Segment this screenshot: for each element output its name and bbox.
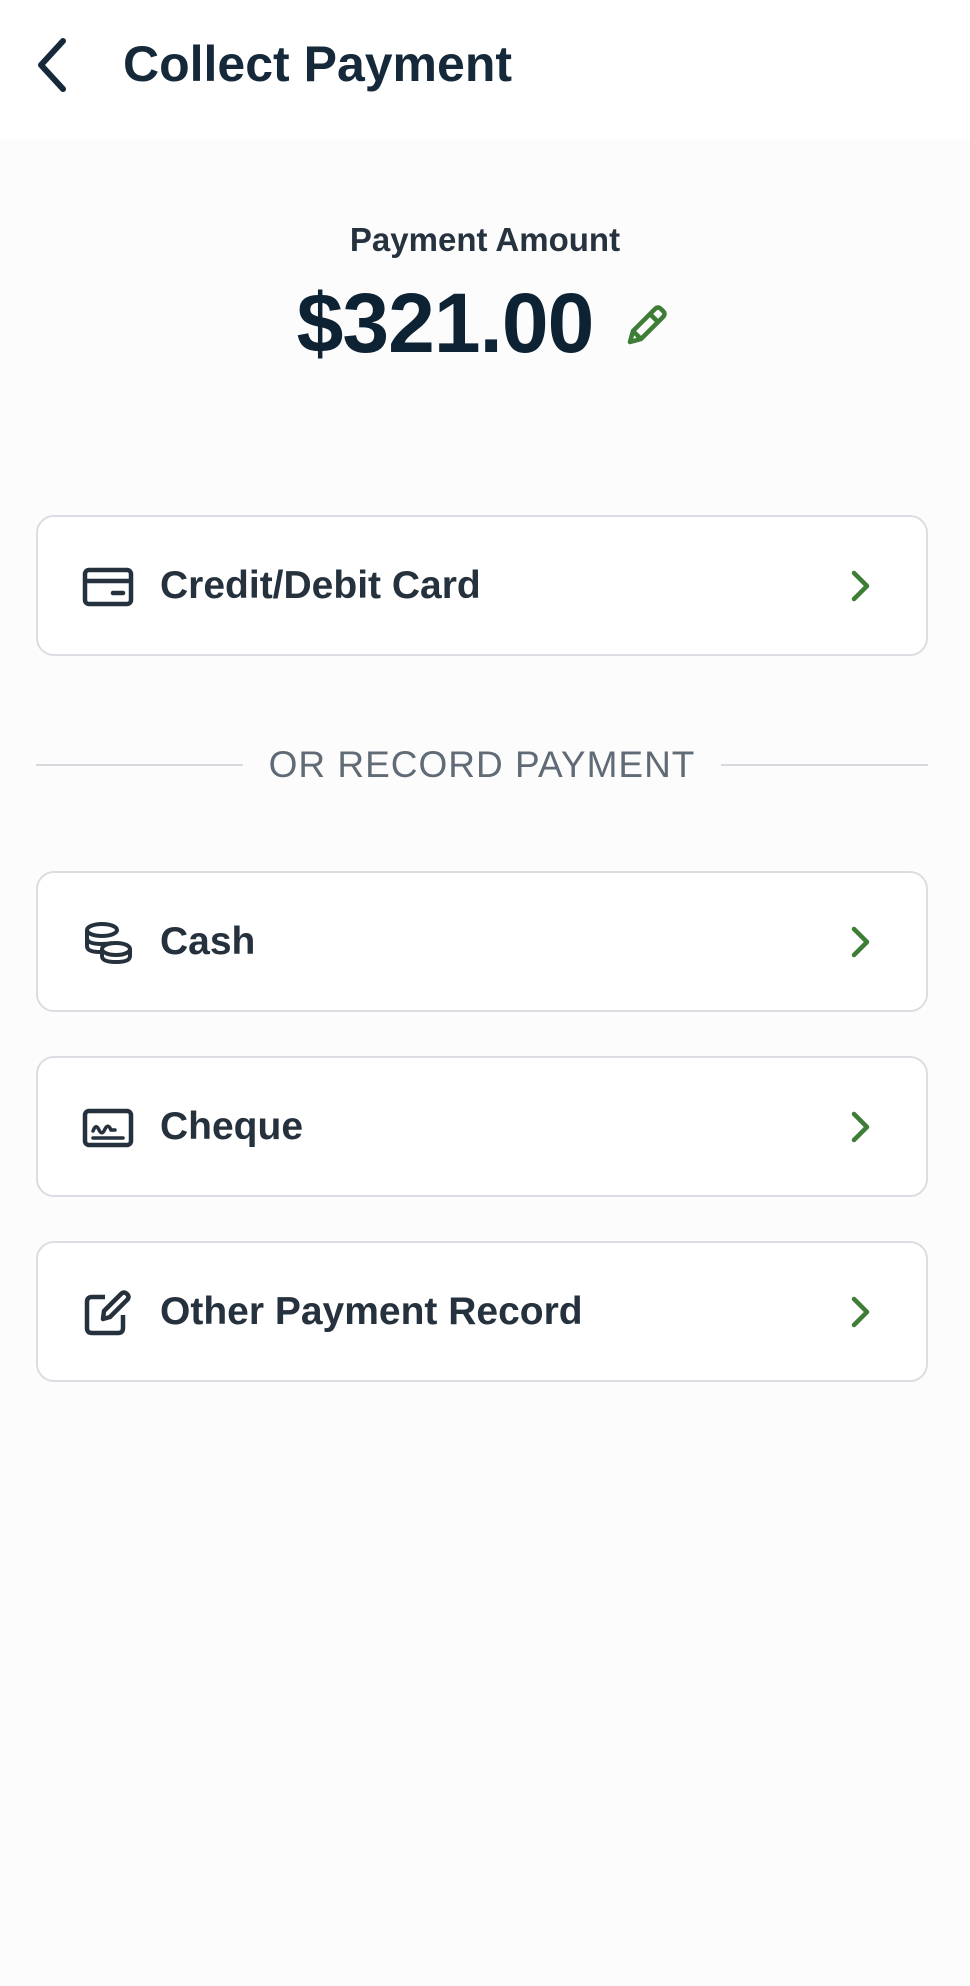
option-label: Cheque <box>160 1104 304 1148</box>
divider-text: OR RECORD PAYMENT <box>268 744 696 785</box>
chevron-right-icon <box>846 1293 876 1331</box>
payment-amount-value: $321.00 <box>296 276 595 370</box>
option-label: Cash <box>160 919 256 963</box>
cheque-icon <box>82 1106 134 1150</box>
payment-amount-row: $321.00 <box>0 278 970 368</box>
chevron-left-icon <box>38 38 66 92</box>
credit-card-icon <box>82 565 134 609</box>
page-title: Collect Payment <box>123 36 513 92</box>
other-payment-record-option[interactable]: Other Payment Record <box>36 1241 928 1382</box>
chevron-right-icon <box>846 923 876 961</box>
option-label: Other Payment Record <box>160 1289 583 1333</box>
cash-option[interactable]: Cash <box>36 871 928 1012</box>
credit-debit-card-option[interactable]: Credit/Debit Card <box>36 515 928 656</box>
payment-amount-section: Payment Amount $321.00 <box>0 220 970 368</box>
divider-line <box>721 764 929 766</box>
coins-icon <box>82 921 134 965</box>
edit-square-icon <box>82 1290 134 1336</box>
pencil-icon <box>628 305 668 345</box>
edit-amount-button[interactable] <box>621 299 673 351</box>
chevron-right-icon <box>846 567 876 605</box>
chevron-right-icon <box>846 1108 876 1146</box>
divider-line <box>36 764 243 766</box>
back-button[interactable] <box>22 30 82 100</box>
app-header: Collect Payment <box>0 0 970 140</box>
option-label: Credit/Debit Card <box>160 563 481 607</box>
cheque-option[interactable]: Cheque <box>36 1056 928 1197</box>
or-record-payment-divider: OR RECORD PAYMENT <box>36 740 929 790</box>
payment-amount-label: Payment Amount <box>349 221 621 258</box>
